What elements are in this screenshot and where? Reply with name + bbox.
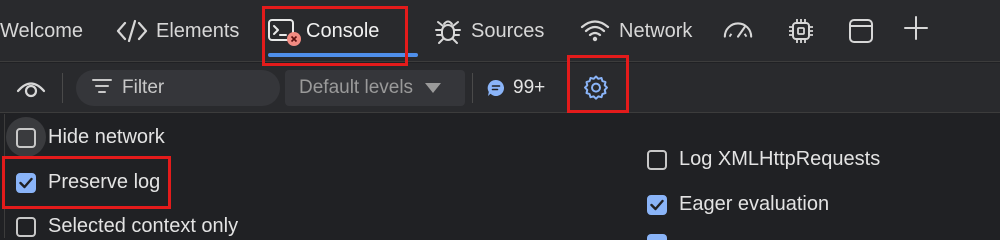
wifi-icon [579,18,611,44]
tab-sources-label: Sources [471,19,545,42]
eager-evaluation-checkbox[interactable] [647,194,667,215]
devtools-tabbar: Welcome Elements Console Sources Network [0,0,1000,62]
filter-field[interactable] [76,70,280,106]
plus-icon[interactable] [900,12,932,44]
gear-icon [582,74,610,102]
log-xmlhttprequests-label: Log XMLHttpRequests [679,148,881,170]
checkmark-icon [650,199,664,210]
tab-network-label: Network [619,19,693,42]
preserve-log-option[interactable]: Preserve log [16,171,160,194]
preserve-log-label: Preserve log [48,171,161,193]
window-icon[interactable] [845,15,877,47]
tab-elements[interactable]: Elements [116,0,239,62]
bug-icon [433,16,463,46]
eager-evaluation-label: Eager evaluation [679,193,830,215]
active-tab-indicator [268,53,418,57]
eager-evaluation-option[interactable]: Eager evaluation [647,193,829,216]
message-bubble-icon [487,79,505,97]
log-levels-dropdown[interactable]: Default levels [285,70,465,106]
selected-context-only-checkbox[interactable] [16,216,36,237]
tab-welcome[interactable]: Welcome [0,0,83,62]
tab-welcome-label: Welcome [0,19,83,42]
toolbar-divider [472,73,473,103]
selected-context-only-option[interactable]: Selected context only [16,215,238,238]
selected-context-only-label: Selected context only [48,215,239,237]
message-count-label: 99+ [513,77,546,98]
hide-network-option[interactable]: Hide network [16,126,165,149]
console-icon [266,17,301,46]
preserve-log-checkbox[interactable] [16,172,36,193]
tab-console-label: Console [306,19,380,42]
console-toolbar: Default levels 99+ [0,63,1000,113]
tab-network[interactable]: Network [579,0,692,62]
code-brackets-icon [116,18,148,44]
caret-down-icon [425,83,442,93]
message-count-button[interactable]: 99+ [487,70,545,106]
pane-divider [4,114,5,238]
log-levels-label: Default levels [299,77,414,98]
log-xmlhttprequests-checkbox[interactable] [647,149,667,170]
hide-network-label: Hide network [48,126,165,148]
next-option-checkbox-partial [647,234,667,240]
hide-network-checkbox[interactable] [16,127,36,148]
filter-input[interactable] [122,77,262,99]
checkmark-icon [19,177,33,188]
filter-lines-icon [92,78,112,99]
tab-elements-label: Elements [156,19,240,42]
eye-icon[interactable] [15,72,47,104]
performance-gauge-icon[interactable] [722,15,754,47]
log-xmlhttprequests-option[interactable]: Log XMLHttpRequests [647,148,880,171]
tab-sources[interactable]: Sources [433,0,544,62]
toolbar-divider [62,73,63,103]
cpu-icon[interactable] [785,15,817,47]
console-settings-button[interactable] [578,72,614,104]
console-settings-pane: Hide network Preserve log Selected conte… [0,114,1000,240]
error-badge-icon [287,32,301,46]
